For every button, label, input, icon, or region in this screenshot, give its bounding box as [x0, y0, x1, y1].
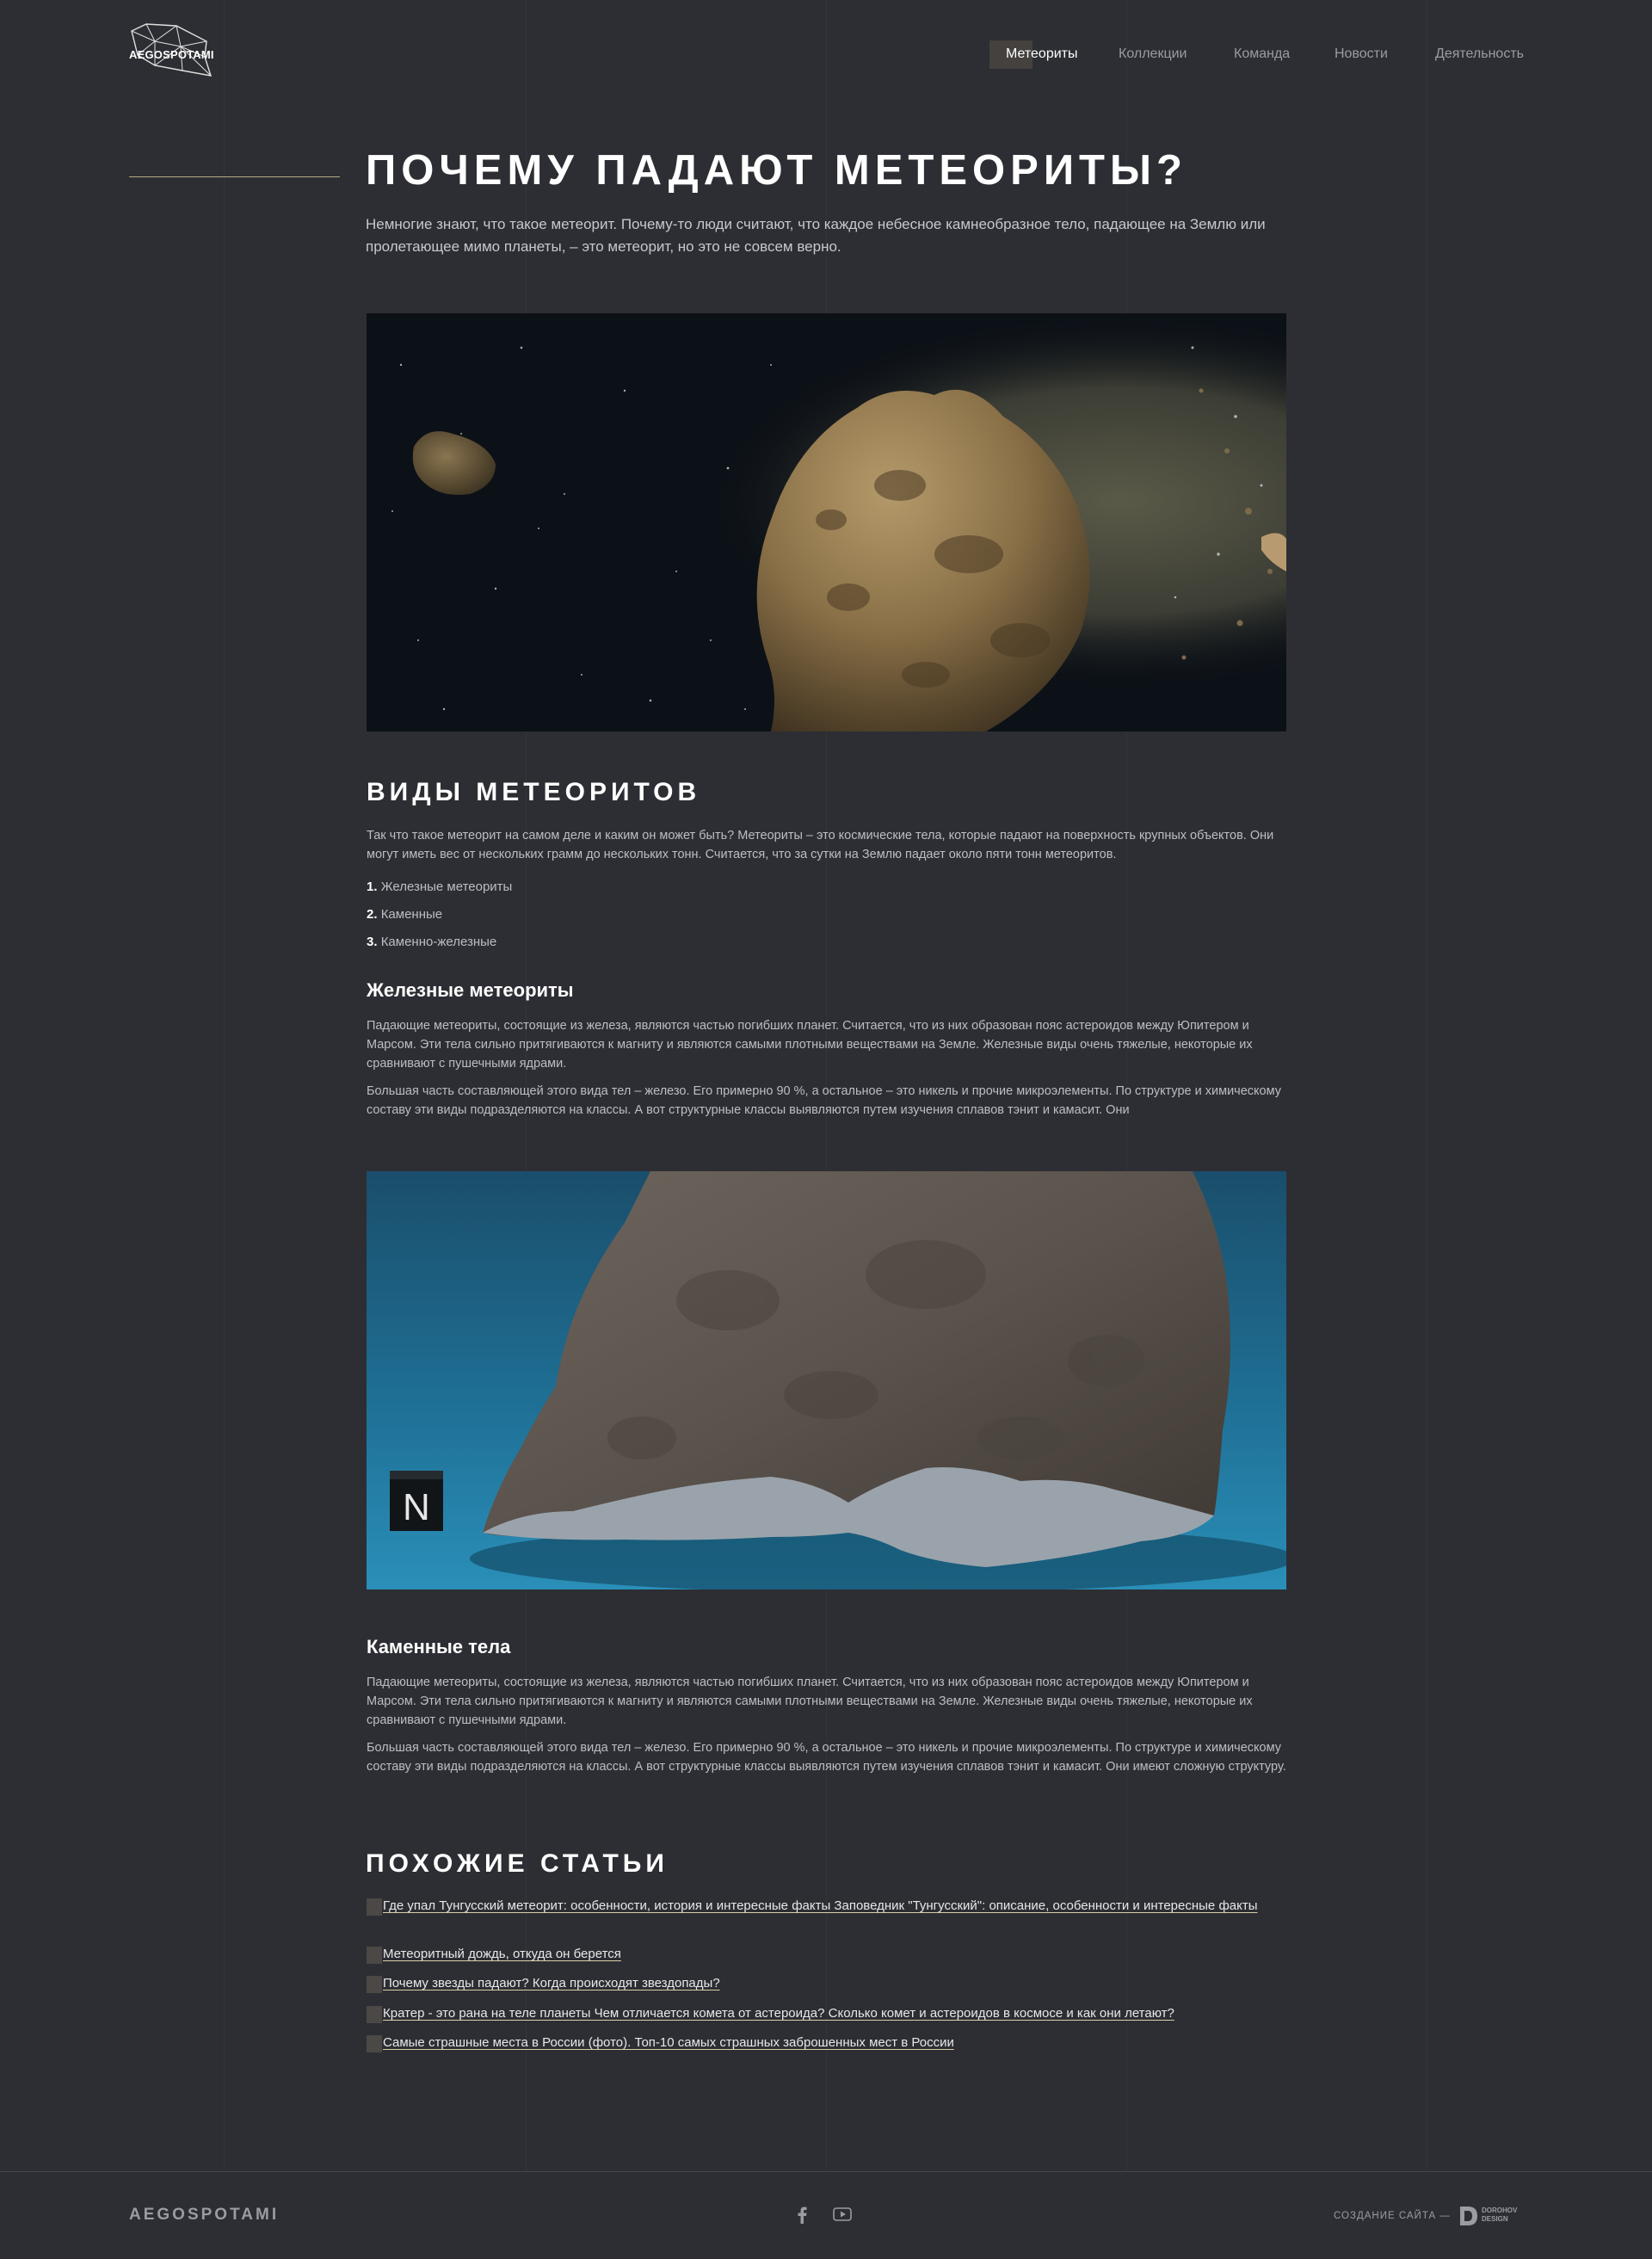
related-article-link[interactable]: Кратер - это рана на теле планеты Чем от…: [383, 2004, 1174, 2023]
list-label: Каменные: [380, 907, 443, 922]
title-accent-line: [129, 176, 340, 177]
related-article-link[interactable]: Почему звезды падают? Когда происходят з…: [383, 1974, 720, 1993]
related-item-marker: [367, 1976, 382, 1993]
site-logo[interactable]: AEGOSPOTAMI: [129, 22, 224, 81]
related-item-marker: [367, 1947, 382, 1964]
lead-paragraph: Немногие знают, что такое метеорит. Поче…: [366, 216, 1266, 255]
studio-name-line2: DESIGN: [1482, 2215, 1508, 2223]
footer-brand[interactable]: AEGOSPOTAMI: [129, 2206, 279, 2225]
studio-name-line1: DOROHOV: [1482, 2207, 1518, 2214]
specimen-cube-label: N: [403, 1486, 430, 1528]
iron-paragraph-2: Большая часть составляющей этого вида те…: [367, 1084, 1282, 1117]
youtube-icon[interactable]: [833, 2207, 852, 2226]
nav-item-meteorites[interactable]: Метеориты: [1006, 40, 1077, 69]
footer-divider: [0, 2171, 1652, 2172]
iron-meteorite-specimen-image: N: [367, 1171, 1286, 1589]
list-item: 1. Железные метеориты: [367, 880, 512, 894]
stone-paragraph-2: Большая часть составляющей этого вида те…: [367, 1741, 1286, 1774]
studio-d-icon: [1460, 2207, 1477, 2225]
related-article-item: Где упал Тунгусский метеорит: особенност…: [367, 1897, 1296, 1916]
grid-line: [224, 0, 225, 2171]
nav-item-news[interactable]: Новости: [1335, 40, 1388, 69]
iron-paragraph-1: Падающие метеориты, состоящие из железа,…: [367, 1019, 1253, 1071]
list-number: 3.: [367, 935, 378, 949]
studio-logo[interactable]: DOROHOV DESIGN: [1458, 2205, 1527, 2227]
section-title-related: ПОХОЖИЕ СТАТЬИ: [366, 1849, 669, 1878]
related-item-marker: [367, 2006, 382, 2023]
list-label: Каменно-железные: [380, 935, 497, 949]
list-number: 2.: [367, 907, 378, 922]
related-article-item: Кратер - это рана на теле планеты Чем от…: [367, 2004, 1174, 2023]
facebook-icon[interactable]: [797, 2207, 807, 2228]
related-article-link[interactable]: Самые страшные места в России (фото). То…: [383, 2034, 954, 2052]
list-item: 3. Каменно-железные: [367, 935, 496, 949]
subsection-title-iron: Железные метеориты: [367, 979, 574, 1001]
types-intro-paragraph: Так что такое метеорит на самом деле и к…: [367, 829, 1274, 861]
stone-paragraph-1: Падающие метеориты, состоящие из железа,…: [367, 1676, 1253, 1727]
nav-item-activity[interactable]: Деятельность: [1435, 40, 1524, 69]
related-item-marker: [367, 1898, 382, 1916]
related-article-link[interactable]: Где упал Тунгусский метеорит: особенност…: [383, 1897, 1296, 1916]
logo-text: AEGOSPOTAMI: [129, 48, 214, 61]
related-article-item: Почему звезды падают? Когда происходят з…: [367, 1974, 720, 1993]
site-credit-label: СОЗДАНИЕ САЙТА —: [1334, 2211, 1451, 2221]
related-article-link[interactable]: Метеоритный дождь, откуда он берется: [383, 1945, 621, 1964]
related-article-item: Самые страшные места в России (фото). То…: [367, 2034, 954, 2052]
nav-item-collections[interactable]: Коллекции: [1119, 40, 1187, 69]
related-item-marker: [367, 2035, 382, 2052]
subsection-title-stone: Каменные тела: [367, 1636, 511, 1657]
section-title-types: ВИДЫ МЕТЕОРИТОВ: [367, 778, 701, 806]
list-item: 2. Каменные: [367, 907, 442, 922]
nav-item-team[interactable]: Команда: [1234, 40, 1290, 69]
list-number: 1.: [367, 880, 378, 894]
page-title: ПОЧЕМУ ПАДАЮТ МЕТЕОРИТЫ?: [366, 147, 1187, 194]
asteroid-in-space-image: [367, 313, 1286, 731]
related-article-item: Метеоритный дождь, откуда он берется: [367, 1945, 621, 1964]
list-label: Железные метеориты: [380, 880, 513, 894]
